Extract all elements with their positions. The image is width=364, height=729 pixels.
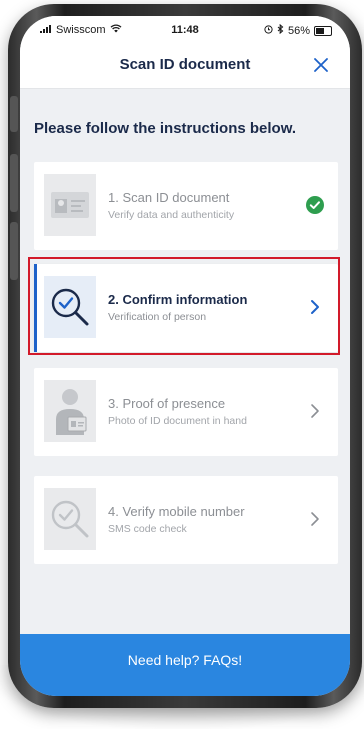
step-title: 1. Scan ID document <box>108 190 230 205</box>
step-subtitle: SMS code check <box>108 523 187 535</box>
nav-header: Scan ID document <box>20 42 350 89</box>
step-title: 4. Verify mobile number <box>108 504 245 519</box>
status-right-group: 56% <box>264 23 332 37</box>
chevron-right-icon <box>304 508 326 530</box>
phone-screen: Swisscom 11:48 56% Scan ID document Plea… <box>20 16 350 696</box>
step-subtitle: Photo of ID document in hand <box>108 415 247 427</box>
step-title: 2. Confirm information <box>108 292 248 307</box>
volume-down-button <box>10 222 18 280</box>
page-title: Scan ID document <box>119 56 251 73</box>
step-title: 3. Proof of presence <box>108 396 226 411</box>
stage: Swisscom 11:48 56% Scan ID document Plea… <box>0 0 364 729</box>
step-card-proof-of-presence[interactable]: 3. Proof of presence Photo of ID documen… <box>34 368 338 456</box>
mute-switch <box>10 96 18 132</box>
volume-up-button <box>10 154 18 212</box>
instructions-heading: Please follow the instructions below. <box>34 120 296 137</box>
magnifier-check-icon <box>44 276 96 338</box>
step-text: 3. Proof of presence Photo of ID documen… <box>108 396 298 427</box>
step-text: 1. Scan ID document Verify data and auth… <box>108 190 298 221</box>
chevron-right-icon <box>304 296 326 318</box>
battery-percentage: 56% <box>287 24 310 37</box>
id-card-icon <box>44 174 96 236</box>
step-card-scan-id[interactable]: 1. Scan ID document Verify data and auth… <box>34 162 338 250</box>
active-step-indicator <box>34 264 37 352</box>
chevron-right-icon <box>304 400 326 422</box>
step-subtitle: Verification of person <box>108 311 207 323</box>
step-text: 2. Confirm information Verification of p… <box>108 292 298 323</box>
help-faq-button[interactable]: Need help? FAQs! <box>20 634 350 696</box>
alarm-icon <box>264 24 273 37</box>
step-card-confirm-information[interactable]: 2. Confirm information Verification of p… <box>28 257 340 355</box>
magnifier-check-icon <box>44 488 96 550</box>
step-text: 4. Verify mobile number SMS code check <box>108 504 298 535</box>
step-subtitle: Verify data and authenticity <box>108 209 235 221</box>
person-holding-id-icon <box>44 380 96 442</box>
status-bar: Swisscom 11:48 56% <box>20 16 350 42</box>
close-button[interactable] <box>308 52 334 78</box>
bluetooth-icon <box>277 23 284 37</box>
close-icon <box>314 58 328 72</box>
battery-icon <box>314 25 332 36</box>
step-card-verify-mobile-number[interactable]: 4. Verify mobile number SMS code check <box>34 476 338 564</box>
completed-check-icon <box>304 194 326 216</box>
